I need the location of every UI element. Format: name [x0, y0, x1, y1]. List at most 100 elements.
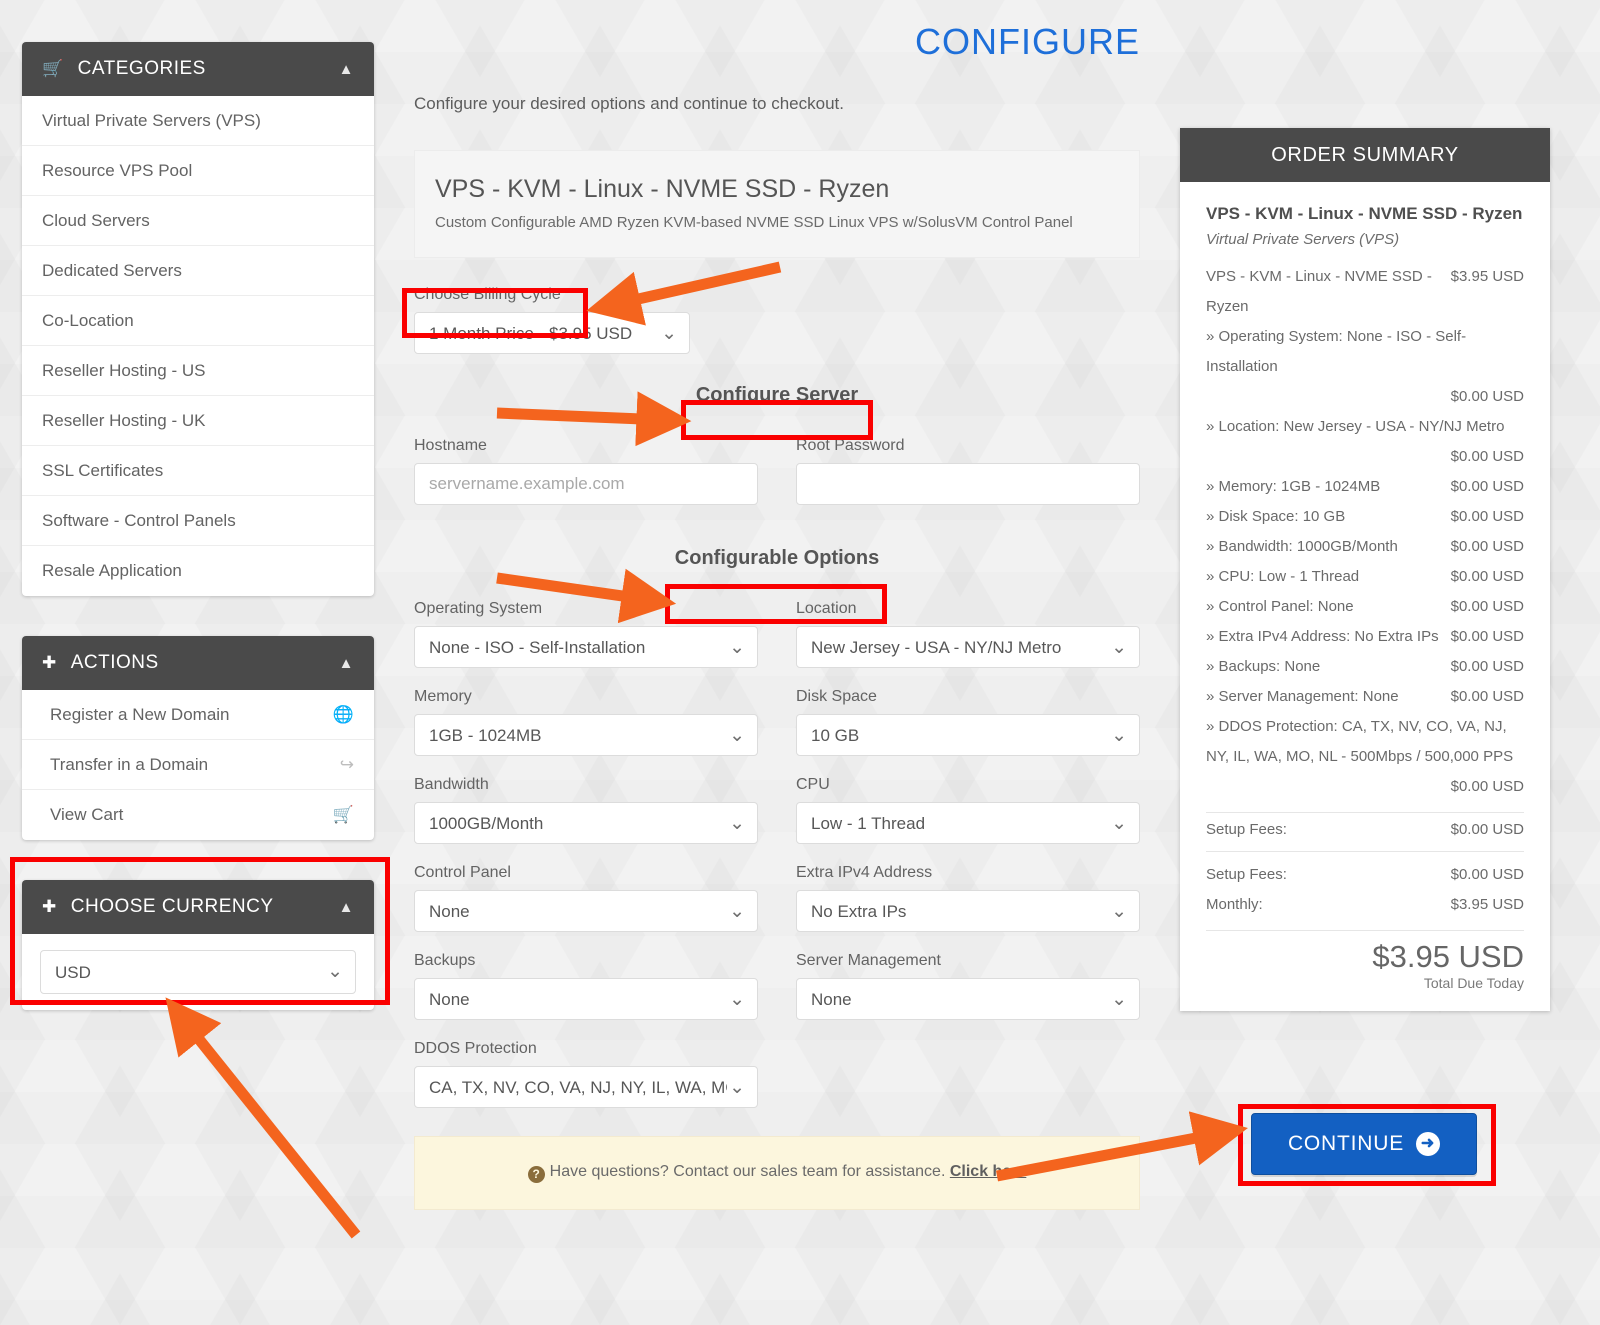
summary-line-label: » Disk Space: 10 GB [1206, 508, 1346, 525]
categories-panel: 🛒 CATEGORIES ▲ Virtual Private Servers (… [22, 42, 374, 596]
actions-panel-title: ACTIONS [70, 652, 159, 673]
sidebar-category-item[interactable]: Resale Application [22, 546, 374, 596]
sidebar-category-item[interactable]: Dedicated Servers [22, 246, 374, 296]
summary-line-label: » DDOS Protection: CA, TX, NV, CO, VA, N… [1206, 718, 1514, 765]
summary-line-amount: $0.00 USD [1450, 688, 1524, 705]
summary-line-amount: $0.00 USD [1450, 478, 1524, 495]
sidebar-action-label: Register a New Domain [50, 704, 230, 724]
summary-line-label: » CPU: Low - 1 Thread [1206, 568, 1360, 585]
configurable-option-field: Control Panel None [414, 864, 758, 932]
configurable-option-label: Operating System [414, 600, 543, 617]
configurable-option-field: DDOS Protection CA, TX, NV, CO, VA, NJ, N… [414, 1040, 758, 1108]
configurable-option-label: CPU [796, 776, 830, 793]
sidebar-category-item[interactable]: Co-Location [22, 296, 374, 346]
plus-icon: ✚ [42, 897, 57, 916]
summary-line-label: » Bandwidth: 1000GB/Month [1206, 538, 1398, 555]
summary-line: » CPU: Low - 1 Thread $0.00 USD [1206, 562, 1524, 592]
configurable-option-select[interactable]: CA, TX, NV, CO, VA, NJ, NY, IL, WA, MO [414, 1066, 758, 1108]
configurable-option-select[interactable]: None [414, 978, 758, 1020]
product-description: Custom Configurable AMD Ryzen KVM-based … [435, 214, 1073, 231]
configurable-option-select[interactable]: 1000GB/Month [414, 802, 758, 844]
configurable-option-select[interactable]: None [414, 890, 758, 932]
configurable-option-label: Extra IPv4 Address [796, 864, 933, 881]
page-title: CONFIGURE [915, 21, 1140, 62]
actions-panel-header[interactable]: ✚ ACTIONS ▲ [22, 636, 374, 690]
sales-notice-link[interactable]: Click here [950, 1163, 1026, 1180]
summary-line-amount: $0.00 USD [1450, 538, 1524, 555]
billing-cycle-select[interactable]: 1 Month Price - $3.95 USD [414, 312, 690, 354]
summary-fee-amount: $0.00 USD [1450, 821, 1524, 838]
summary-line-amount: $0.00 USD [1450, 598, 1524, 615]
summary-line-label: » Server Management: None [1206, 688, 1399, 705]
sales-notice-text: Have questions? Contact our sales team f… [549, 1163, 946, 1180]
main-content: CONFIGURE Configure your desired options… [414, 24, 1140, 1210]
configurable-option-select[interactable]: None [796, 978, 1140, 1020]
server-fields-row: Hostname Root Password [414, 437, 1140, 505]
configurable-option-select[interactable]: 10 GB [796, 714, 1140, 756]
hostname-input[interactable] [414, 463, 758, 505]
configurable-option-select[interactable]: New Jersey - USA - NY/NJ Metro [796, 626, 1140, 668]
summary-total-amount: $3.95 USD [1372, 939, 1524, 974]
configurable-option-select[interactable]: No Extra IPs [796, 890, 1140, 932]
billing-cycle-field: Choose Billing Cycle 1 Month Price - $3.… [414, 286, 1140, 354]
chevron-up-icon[interactable]: ▲ [339, 655, 354, 672]
cart-icon: 🛒 [332, 805, 354, 824]
categories-panel-header[interactable]: 🛒 CATEGORIES ▲ [22, 42, 374, 96]
summary-divider [1206, 930, 1524, 931]
configure-page: 🛒 CATEGORIES ▲ Virtual Private Servers (… [0, 0, 1600, 1325]
summary-total-label: Total Due Today [1423, 974, 1524, 991]
hostname-field: Hostname [414, 437, 758, 505]
configurable-option-select-wrapper: None [796, 978, 1140, 1020]
sidebar-category-label: Resource VPS Pool [42, 160, 193, 180]
summary-line-label: » Backups: None [1206, 658, 1321, 675]
sidebar-action-item[interactable]: Transfer in a Domain ↪ [22, 740, 374, 790]
globe-icon: 🌐 [332, 704, 354, 724]
summary-fee-label: Setup Fees: [1206, 866, 1287, 883]
chevron-up-icon[interactable]: ▲ [339, 899, 354, 916]
sidebar-category-item[interactable]: Reseller Hosting - US [22, 346, 374, 396]
summary-line: » Memory: 1GB - 1024MB $0.00 USD [1206, 472, 1524, 502]
sidebar-category-item[interactable]: Resource VPS Pool [22, 146, 374, 196]
summary-line: VPS - KVM - Linux - NVME SSD - Ryzen $3.9… [1206, 262, 1524, 322]
sidebar-category-label: SSL Certificates [42, 460, 164, 480]
continue-button[interactable]: CONTINUE ➜ [1251, 1113, 1477, 1175]
chevron-up-icon[interactable]: ▲ [339, 61, 354, 78]
summary-line-label: VPS - KVM - Linux - NVME SSD - Ryzen [1206, 268, 1432, 315]
configurable-option-field: CPU Low - 1 Thread [796, 776, 1140, 844]
summary-line: Setup Fees: $0.00 USD [1206, 860, 1524, 890]
sidebar-category-item[interactable]: Software - Control Panels [22, 496, 374, 546]
sidebar-action-item[interactable]: View Cart 🛒 [22, 790, 374, 840]
sidebar-action-label: Transfer in a Domain [50, 754, 209, 774]
sidebar-category-label: Reseller Hosting - UK [42, 410, 206, 430]
actions-list: Register a New Domain 🌐 Transfer in a Doma… [22, 690, 374, 840]
summary-divider [1206, 851, 1524, 852]
summary-clipped-fee-rows: Setup Fees: $0.00 USD Monthly: $3.95 USD [1206, 821, 1524, 841]
summary-line-amount: $0.00 USD [1450, 628, 1524, 645]
summary-divider [1206, 812, 1524, 813]
summary-line: » Server Management: None $0.00 USD [1206, 682, 1524, 712]
summary-fee-label: Monthly: [1206, 839, 1443, 841]
choose-currency-panel-header[interactable]: ✚ CHOOSE CURRENCY ▲ [22, 880, 374, 934]
summary-line-amount: $0.00 USD [1450, 778, 1524, 795]
root-password-input[interactable] [796, 463, 1140, 505]
configurable-options-heading: Configurable Options [674, 547, 880, 569]
configurable-option-select[interactable]: None - ISO - Self-Installation [414, 626, 758, 668]
currency-select[interactable]: USD [40, 950, 356, 994]
configurable-option-select[interactable]: Low - 1 Thread [796, 802, 1140, 844]
summary-line: » Backups: None $0.00 USD [1206, 652, 1524, 682]
sidebar-action-item[interactable]: Register a New Domain 🌐 [22, 690, 374, 740]
sidebar-category-item[interactable]: Cloud Servers [22, 196, 374, 246]
configurable-option-field: Memory 1GB - 1024MB [414, 688, 758, 756]
configurable-options-row: Bandwidth 1000GB/Month CPU Low - 1 Thread [414, 776, 1140, 844]
product-name: VPS - KVM - Linux - NVME SSD - Ryzen [435, 175, 890, 203]
summary-fee-amount: $0.00 USD [1450, 866, 1524, 883]
configurable-option-label: Backups [414, 952, 476, 969]
summary-line-amount: $0.00 USD [1450, 448, 1524, 465]
configurable-option-select[interactable]: 1GB - 1024MB [414, 714, 758, 756]
sidebar-category-item[interactable]: Virtual Private Servers (VPS) [22, 96, 374, 146]
plus-icon: ✚ [42, 653, 57, 672]
configurable-option-label: Disk Space [796, 688, 877, 705]
sidebar-category-item[interactable]: SSL Certificates [22, 446, 374, 496]
order-summary-header: ORDER SUMMARY [1180, 128, 1550, 182]
sidebar-category-item[interactable]: Reseller Hosting - UK [22, 396, 374, 446]
